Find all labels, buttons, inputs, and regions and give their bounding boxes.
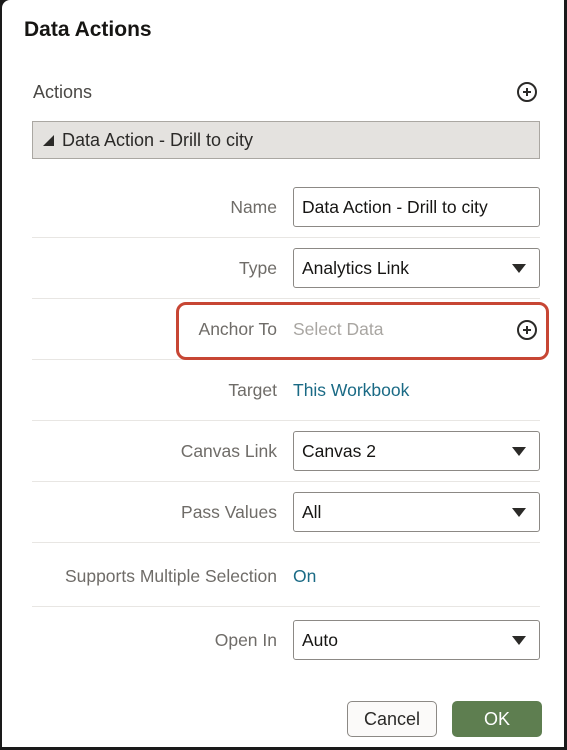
multiple-selection-toggle[interactable]: On <box>293 546 316 606</box>
chevron-down-icon <box>512 446 526 456</box>
actions-label: Actions <box>33 82 93 102</box>
add-action-plus-icon[interactable] <box>517 82 537 102</box>
form-row-pass-values: Pass Values All <box>32 482 540 543</box>
open-in-select[interactable]: Auto <box>293 620 540 660</box>
form-row-canvas-link: Canvas Link Canvas 2 <box>32 421 540 482</box>
form-row-open-in: Open In Auto <box>32 610 540 670</box>
anchor-to-label: Anchor To <box>198 318 277 339</box>
target-label: Target <box>228 379 277 400</box>
name-input-value: Data Action - Drill to city <box>302 196 488 217</box>
collapse-triangle-icon[interactable] <box>43 134 54 146</box>
type-select-value: Analytics Link <box>302 257 409 278</box>
cancel-button[interactable]: Cancel <box>347 701 437 737</box>
canvas-link-value: Canvas 2 <box>302 440 376 461</box>
canvas-link-label: Canvas Link <box>180 440 277 461</box>
name-input[interactable]: Data Action - Drill to city <box>293 187 540 227</box>
form-row-target: Target This Workbook <box>32 360 540 421</box>
form-row-anchor-to: Anchor To Select Data <box>32 299 540 360</box>
pass-values-value: All <box>302 501 322 522</box>
action-section-header[interactable]: Data Action - Drill to city <box>32 121 540 159</box>
canvas-link-select[interactable]: Canvas 2 <box>293 431 540 471</box>
data-actions-dialog: Data Actions Actions Data Action - Drill… <box>2 0 564 747</box>
pass-values-select[interactable]: All <box>293 492 540 532</box>
form-row-type: Type Analytics Link <box>32 238 540 299</box>
type-select[interactable]: Analytics Link <box>293 248 540 288</box>
chevron-down-icon <box>512 635 526 645</box>
type-label: Type <box>239 257 277 278</box>
ok-button[interactable]: OK <box>452 701 542 737</box>
pass-values-label: Pass Values <box>181 501 277 522</box>
chevron-down-icon <box>512 507 526 517</box>
anchor-add-plus-icon[interactable] <box>517 320 537 340</box>
dialog-title: Data Actions <box>24 18 152 41</box>
name-label: Name <box>230 196 277 217</box>
multiple-selection-label: Supports Multiple Selection <box>64 565 277 586</box>
anchor-to-select-data[interactable]: Select Data <box>293 299 383 359</box>
form-row-name: Name Data Action - Drill to city <box>32 177 540 238</box>
action-section-title: Data Action - Drill to city <box>62 129 254 150</box>
form-row-multiple-selection: Supports Multiple Selection On <box>32 546 540 607</box>
open-in-label: Open In <box>214 629 277 650</box>
chevron-down-icon <box>512 263 526 273</box>
open-in-value: Auto <box>302 629 338 650</box>
target-link[interactable]: This Workbook <box>293 360 409 420</box>
